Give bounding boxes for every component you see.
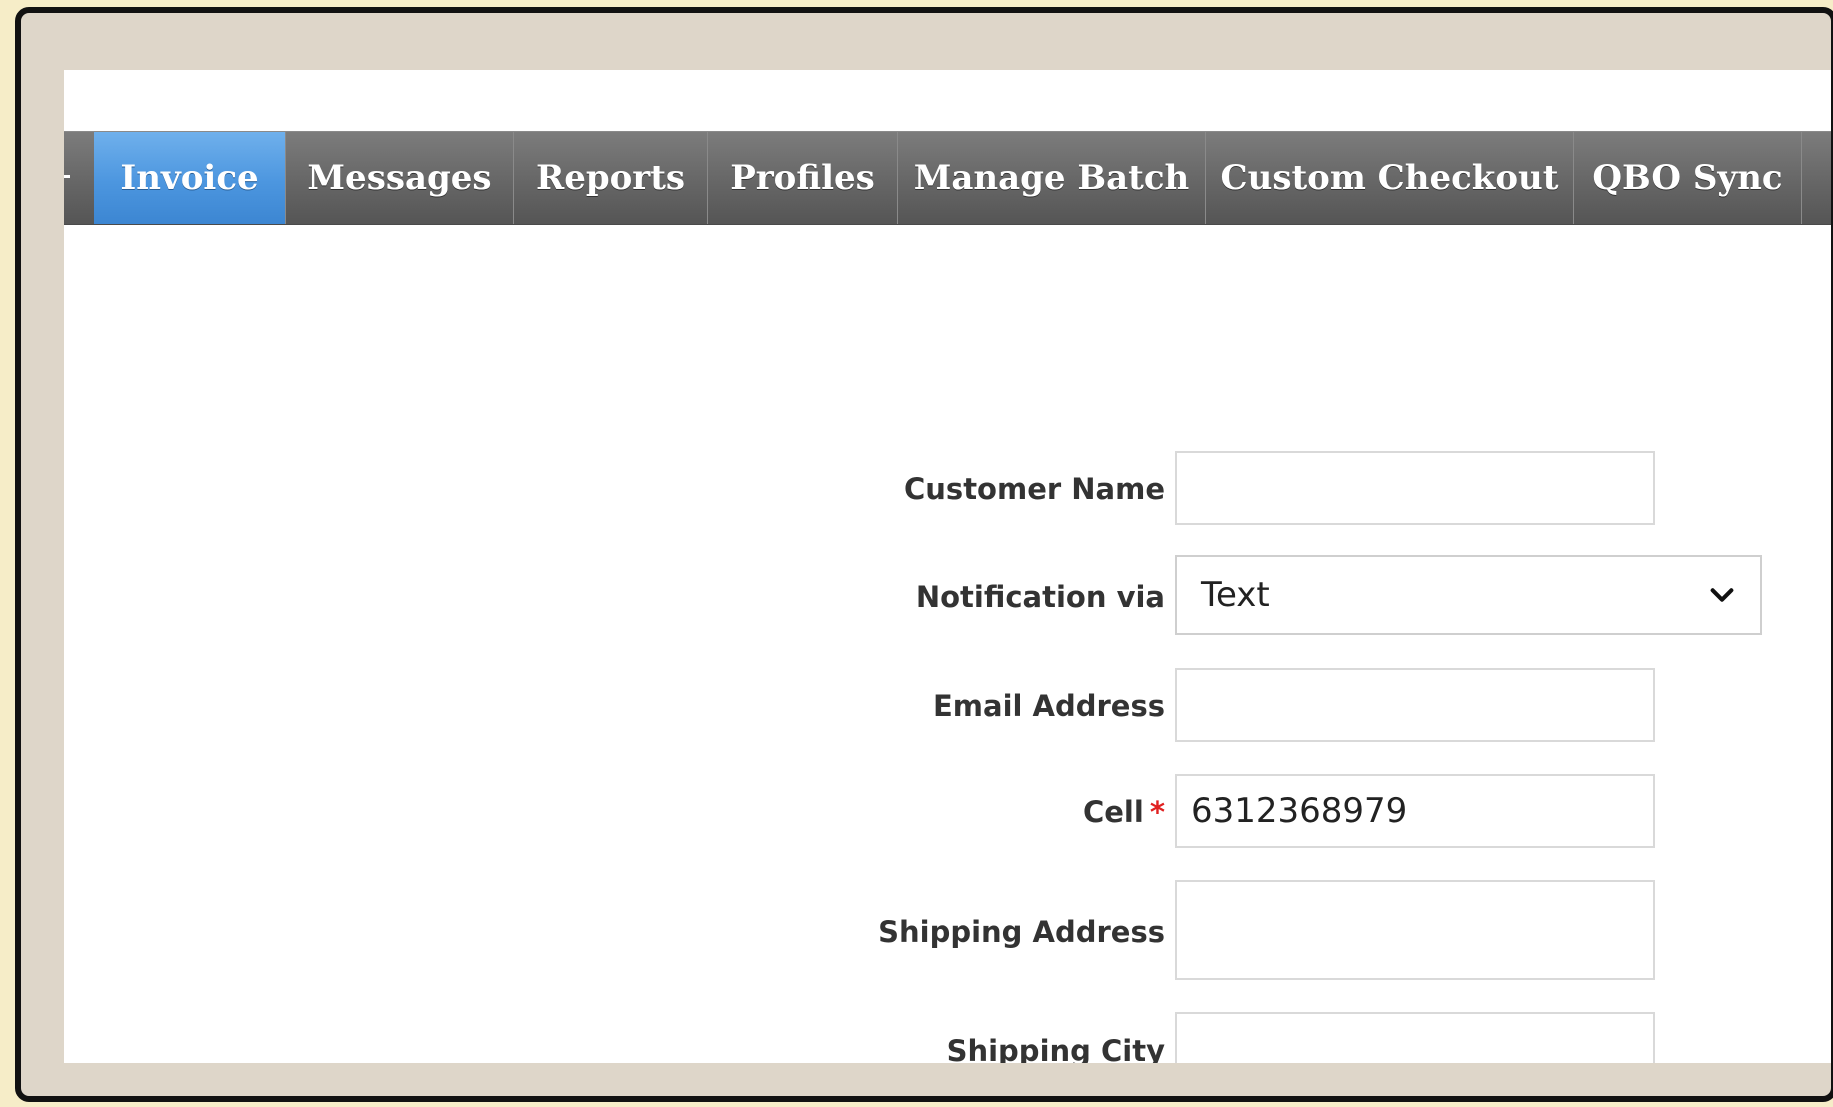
tab-qbo-sync[interactable]: QBO Sync bbox=[1574, 132, 1802, 224]
nav-overflow-tab[interactable] bbox=[64, 132, 95, 224]
customer-name-label: Customer Name bbox=[904, 472, 1165, 506]
app-page: Invoice Messages Reports Profiles Manage… bbox=[64, 70, 1831, 1063]
tab-profiles[interactable]: Profiles bbox=[708, 132, 898, 224]
tab-messages[interactable]: Messages bbox=[286, 132, 514, 224]
cell-label-text: Cell bbox=[1082, 795, 1144, 829]
chevron-down-icon bbox=[1710, 588, 1734, 602]
customer-name-input[interactable] bbox=[1175, 451, 1655, 525]
notification-select[interactable]: Text bbox=[1175, 555, 1762, 635]
shipping-address-label: Shipping Address bbox=[878, 915, 1165, 949]
email-label: Email Address bbox=[932, 689, 1165, 723]
shipping-city-input[interactable] bbox=[1175, 1012, 1655, 1063]
notification-selected-value: Text bbox=[1201, 575, 1270, 615]
cell-label: Cell * bbox=[1083, 795, 1165, 829]
tab-custom-checkout[interactable]: Custom Checkout bbox=[1206, 132, 1574, 224]
email-input[interactable] bbox=[1175, 668, 1655, 742]
shipping-address-input[interactable] bbox=[1175, 880, 1655, 980]
tab-invoice[interactable]: Invoice bbox=[94, 132, 286, 224]
required-asterisk: * bbox=[1149, 795, 1165, 829]
shipping-city-label: Shipping City bbox=[946, 1034, 1165, 1063]
main-nav: Invoice Messages Reports Profiles Manage… bbox=[64, 131, 1831, 225]
tab-reports[interactable]: Reports bbox=[514, 132, 708, 224]
cell-input[interactable]: 6312368979 bbox=[1175, 774, 1655, 848]
tab-manage-batch[interactable]: Manage Batch bbox=[898, 132, 1206, 224]
window-frame: Invoice Messages Reports Profiles Manage… bbox=[15, 7, 1833, 1102]
notification-label: Notification via bbox=[915, 580, 1165, 614]
